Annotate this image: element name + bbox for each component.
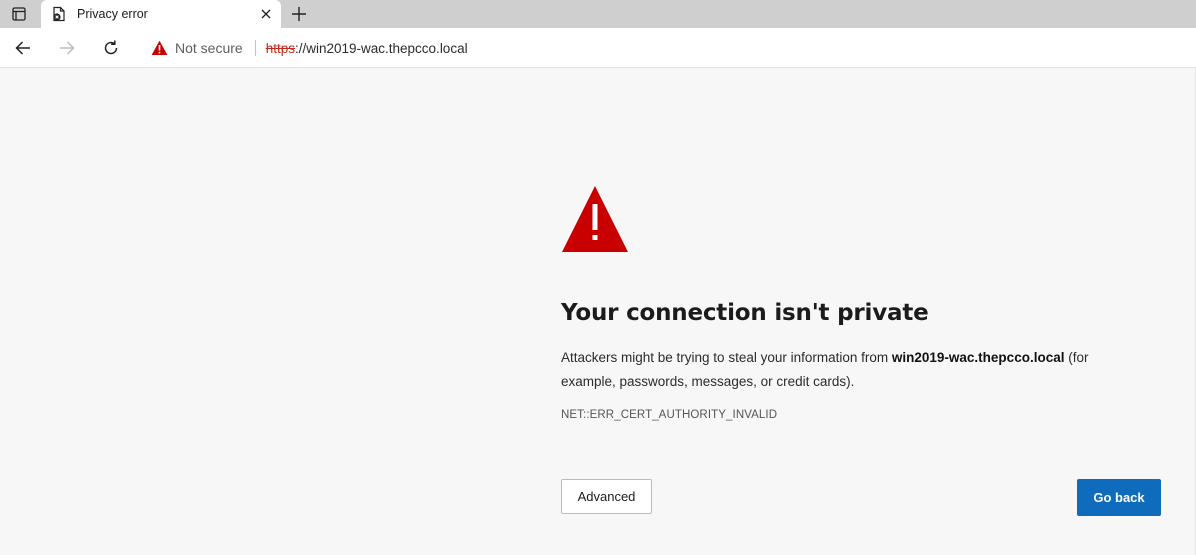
error-description: Attackers might be trying to steal your …: [561, 346, 1141, 394]
advanced-button[interactable]: Advanced: [561, 479, 652, 514]
forward-button[interactable]: [52, 33, 82, 63]
navigation-toolbar: Not secure https://win2019-wac.thepcco.l…: [0, 28, 1196, 68]
address-bar[interactable]: Not secure https://win2019-wac.thepcco.l…: [140, 32, 1196, 64]
description-host: win2019-wac.thepcco.local: [891, 350, 1065, 365]
page-content: Your connection isn't private Attackers …: [0, 68, 1196, 555]
refresh-icon: [104, 40, 118, 55]
not-secure-label: Not secure: [175, 40, 243, 56]
close-icon: [261, 9, 271, 19]
tab-privacy-error[interactable]: Privacy error: [41, 0, 281, 28]
tab-strip: Privacy error: [0, 0, 1196, 28]
url-text[interactable]: https://win2019-wac.thepcco.local: [266, 41, 468, 56]
page-title: Your connection isn't private: [561, 300, 929, 326]
back-arrow-icon: [15, 41, 30, 55]
forward-arrow-icon: [60, 41, 75, 55]
tab-title: Privacy error: [77, 7, 148, 21]
address-separator: [254, 40, 256, 56]
new-tab-button[interactable]: [286, 0, 312, 28]
tab-close-button[interactable]: [255, 3, 277, 25]
document-error-icon: [53, 6, 65, 22]
tab-actions-icon: [12, 7, 26, 21]
back-button[interactable]: [8, 33, 38, 63]
url-scheme: https: [265, 40, 295, 56]
refresh-button[interactable]: [96, 33, 126, 63]
warning-triangle-icon: [151, 40, 168, 55]
description-text-start: Attackers might be trying to steal your …: [561, 350, 892, 365]
security-indicator[interactable]: Not secure: [151, 40, 243, 56]
plus-icon: [292, 7, 306, 21]
error-code[interactable]: NET::ERR_CERT_AUTHORITY_INVALID: [561, 409, 777, 421]
warning-triangle-icon: [562, 186, 628, 252]
go-back-button[interactable]: Go back: [1077, 479, 1161, 516]
url-host: ://win2019-wac.thepcco.local: [294, 40, 468, 56]
tab-actions-button[interactable]: [0, 0, 38, 28]
